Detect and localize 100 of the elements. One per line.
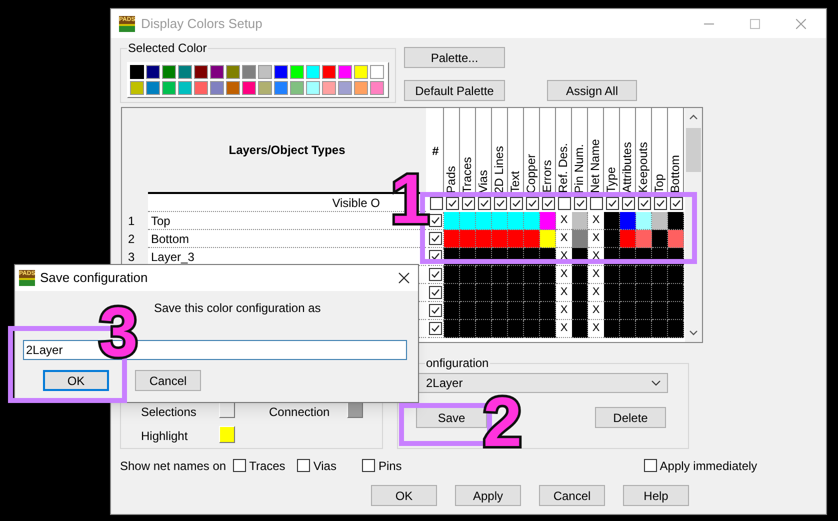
checkbox[interactable] bbox=[494, 196, 506, 210]
color-cell[interactable] bbox=[492, 212, 508, 230]
checkbox[interactable] bbox=[670, 196, 682, 210]
color-swatch[interactable] bbox=[162, 81, 176, 95]
checkbox-label[interactable]: Vias bbox=[313, 456, 336, 474]
checkbox[interactable] bbox=[446, 196, 458, 210]
color-cell[interactable] bbox=[524, 320, 540, 338]
color-swatch[interactable] bbox=[322, 81, 336, 95]
color-cell[interactable] bbox=[444, 320, 460, 338]
checkbox[interactable] bbox=[429, 268, 442, 281]
checkbox[interactable] bbox=[429, 232, 442, 245]
color-cell[interactable] bbox=[652, 266, 668, 284]
color-swatch[interactable] bbox=[258, 81, 272, 95]
color-cell[interactable] bbox=[636, 266, 652, 284]
color-cell[interactable] bbox=[444, 230, 460, 248]
color-swatch[interactable] bbox=[354, 65, 368, 79]
checkbox[interactable] bbox=[558, 196, 570, 210]
checkbox-label[interactable]: Apply immediately bbox=[660, 456, 758, 474]
color-swatch[interactable] bbox=[242, 65, 256, 79]
checkbox[interactable] bbox=[429, 286, 442, 299]
color-swatch[interactable] bbox=[146, 65, 160, 79]
color-cell[interactable] bbox=[604, 266, 620, 284]
color-swatch[interactable] bbox=[130, 65, 144, 79]
button[interactable]: OK bbox=[43, 370, 109, 391]
color-cell[interactable] bbox=[572, 284, 588, 302]
color-cell[interactable] bbox=[492, 230, 508, 248]
color-cell[interactable] bbox=[668, 212, 684, 230]
color-cell[interactable] bbox=[540, 302, 556, 320]
color-cell[interactable] bbox=[540, 230, 556, 248]
color-cell[interactable] bbox=[636, 302, 652, 320]
scrollbar-thumb[interactable] bbox=[686, 128, 701, 172]
color-cell[interactable] bbox=[524, 212, 540, 230]
color-swatch[interactable] bbox=[226, 81, 240, 95]
color-cell[interactable] bbox=[444, 284, 460, 302]
button[interactable]: Palette... bbox=[404, 47, 505, 68]
color-cell[interactable] bbox=[508, 212, 524, 230]
color-swatch[interactable] bbox=[242, 81, 256, 95]
layer-name[interactable]: Bottom bbox=[151, 230, 190, 248]
color-cell[interactable] bbox=[508, 284, 524, 302]
color-swatch[interactable] bbox=[338, 81, 352, 95]
color-cell[interactable] bbox=[492, 302, 508, 320]
color-cell[interactable] bbox=[444, 302, 460, 320]
button[interactable]: Apply bbox=[455, 485, 521, 506]
color-cell[interactable] bbox=[572, 266, 588, 284]
color-cell[interactable] bbox=[476, 302, 492, 320]
color-cell[interactable] bbox=[460, 266, 476, 284]
color-cell[interactable] bbox=[604, 284, 620, 302]
color-cell[interactable] bbox=[540, 212, 556, 230]
color-swatch[interactable] bbox=[354, 81, 368, 95]
checkbox[interactable] bbox=[590, 196, 602, 210]
checkbox[interactable] bbox=[233, 459, 246, 472]
color-swatch[interactable] bbox=[290, 81, 304, 95]
color-cell[interactable] bbox=[636, 230, 652, 248]
checkbox[interactable] bbox=[297, 459, 310, 472]
color-swatch[interactable] bbox=[274, 81, 288, 95]
color-swatch[interactable] bbox=[146, 81, 160, 95]
color-cell[interactable] bbox=[492, 284, 508, 302]
color-cell[interactable] bbox=[508, 302, 524, 320]
checkbox[interactable] bbox=[644, 459, 657, 472]
color-swatch[interactable] bbox=[130, 81, 144, 95]
color-swatch[interactable] bbox=[210, 65, 224, 79]
color-swatch[interactable] bbox=[210, 81, 224, 95]
color-cell[interactable] bbox=[524, 302, 540, 320]
color-cell[interactable] bbox=[572, 320, 588, 338]
color-cell[interactable] bbox=[460, 320, 476, 338]
color-swatch[interactable] bbox=[162, 65, 176, 79]
color-cell[interactable] bbox=[636, 284, 652, 302]
color-swatch[interactable] bbox=[178, 81, 192, 95]
color-cell[interactable] bbox=[668, 284, 684, 302]
checkbox[interactable] bbox=[478, 196, 490, 210]
color-cell[interactable] bbox=[620, 302, 636, 320]
color-cell[interactable] bbox=[460, 284, 476, 302]
color-swatch[interactable] bbox=[178, 65, 192, 79]
color-cell[interactable] bbox=[492, 320, 508, 338]
checkbox[interactable] bbox=[430, 196, 442, 210]
checkbox[interactable] bbox=[654, 196, 666, 210]
color-cell[interactable] bbox=[668, 266, 684, 284]
checkbox-label[interactable]: Traces bbox=[249, 456, 286, 474]
color-cell[interactable] bbox=[508, 320, 524, 338]
color-cell[interactable] bbox=[668, 302, 684, 320]
color-swatch[interactable] bbox=[306, 65, 320, 79]
color-cell[interactable] bbox=[460, 212, 476, 230]
color-cell[interactable] bbox=[636, 320, 652, 338]
checkbox[interactable] bbox=[526, 196, 538, 210]
checkbox[interactable] bbox=[429, 214, 442, 227]
color-cell[interactable] bbox=[620, 320, 636, 338]
color-cell[interactable] bbox=[540, 284, 556, 302]
color-swatch[interactable] bbox=[226, 65, 240, 79]
color-swatch[interactable] bbox=[322, 65, 336, 79]
checkbox[interactable] bbox=[542, 196, 554, 210]
color-cell[interactable] bbox=[620, 266, 636, 284]
button[interactable]: Cancel bbox=[539, 485, 605, 506]
color-swatch[interactable] bbox=[370, 65, 384, 79]
color-cell[interactable] bbox=[540, 320, 556, 338]
color-cell[interactable] bbox=[652, 320, 668, 338]
checkbox[interactable] bbox=[622, 196, 634, 210]
color-swatch[interactable] bbox=[338, 65, 352, 79]
button[interactable]: Assign All bbox=[547, 80, 637, 101]
color-cell[interactable] bbox=[476, 212, 492, 230]
color-cell[interactable] bbox=[540, 266, 556, 284]
